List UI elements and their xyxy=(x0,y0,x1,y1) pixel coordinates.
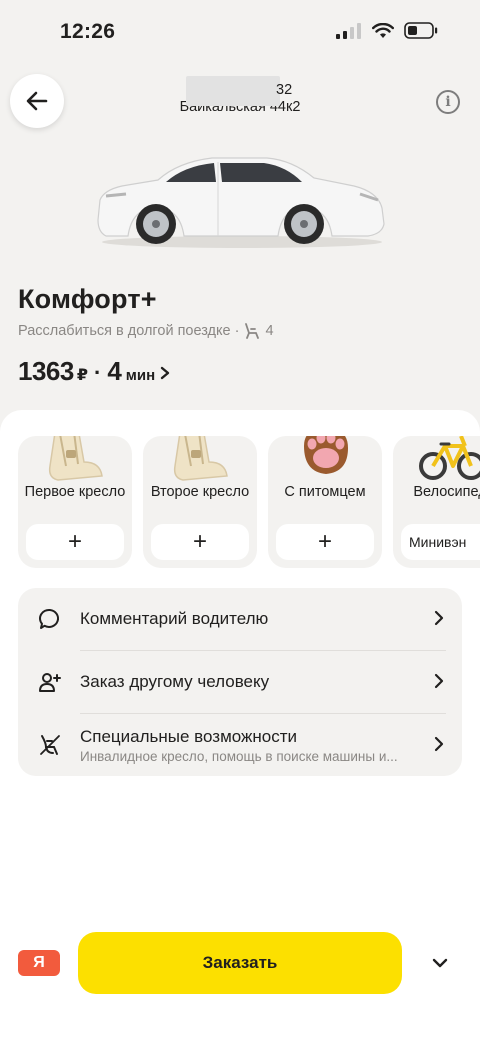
option-card-pet[interactable]: С питомцем + xyxy=(268,436,382,568)
tariff-subtitle: Расслабиться в долгой поездке · 4 xyxy=(18,323,274,339)
status-bar: 12:26 xyxy=(0,0,480,62)
status-time: 12:26 xyxy=(60,20,116,43)
menu-item-title: Комментарий водителю xyxy=(80,609,269,628)
option-label: Первое кресло xyxy=(24,484,126,500)
redacted-address xyxy=(186,76,280,106)
add-person-icon xyxy=(39,673,61,692)
option-add-button[interactable]: + xyxy=(151,524,249,560)
option-variant-select[interactable]: Минивэн xyxy=(401,524,480,560)
battery-icon xyxy=(404,22,438,39)
eta-value: 4 xyxy=(107,356,122,386)
price-value: 1363 xyxy=(18,356,74,386)
menu-item-accessibility[interactable]: Специальные возможности Инвалидное кресл… xyxy=(18,714,462,776)
accessibility-icon xyxy=(40,735,60,755)
eta-unit: мин xyxy=(125,367,156,384)
signal-icon xyxy=(336,22,361,39)
info-icon[interactable]: i xyxy=(436,90,460,114)
menu-item-subtitle: Инвалидное кресло, помощь в поиске машин… xyxy=(80,749,398,764)
chevron-right-icon xyxy=(160,366,170,380)
address-line-1-suffix: 32 xyxy=(276,82,293,98)
option-card-first-seat[interactable]: Первое кресло + xyxy=(18,436,132,568)
option-card-bicycle[interactable]: Велосипед Минивэн xyxy=(393,436,480,568)
paw-icon xyxy=(304,436,348,474)
chevron-right-icon xyxy=(434,673,444,689)
arrow-left-icon xyxy=(26,91,48,111)
seats-count: 4 xyxy=(265,323,274,339)
back-button[interactable] xyxy=(10,74,64,128)
header: 32 Байкальская 44к2 i xyxy=(0,72,480,132)
option-card-second-seat[interactable]: Второе кресло + xyxy=(143,436,257,568)
price-currency: ₽ xyxy=(76,367,88,384)
options-menu: Комментарий водителю Заказ другому челов… xyxy=(18,588,462,776)
wifi-icon xyxy=(372,22,394,38)
option-add-button[interactable]: + xyxy=(276,524,374,560)
route-address[interactable]: 32 Байкальская 44к2 xyxy=(150,76,330,116)
payment-method-badge[interactable]: Я xyxy=(18,950,60,976)
menu-item-title: Заказ другому человеку xyxy=(80,672,270,691)
tariff-title: Комфорт+ xyxy=(18,284,157,314)
status-icons xyxy=(336,22,438,39)
chevron-down-icon[interactable] xyxy=(431,956,449,970)
menu-item-order-for-other[interactable]: Заказ другому человеку xyxy=(18,651,462,713)
comment-icon xyxy=(39,608,59,629)
address-line-1: 32 xyxy=(150,76,330,106)
options-carousel[interactable]: Первое кресло + Второе кресло + С питомц… xyxy=(18,436,480,568)
child-seat-icon xyxy=(48,436,103,481)
price-row[interactable]: 1363 ₽ · 4 мин xyxy=(18,356,170,387)
option-label: С питомцем xyxy=(284,484,366,500)
menu-item-title: Специальные возможности xyxy=(80,727,298,746)
car-image xyxy=(97,157,385,248)
chevron-right-icon xyxy=(434,610,444,626)
bottom-bar: Я Заказать xyxy=(0,932,480,996)
option-label: Второе кресло xyxy=(150,484,250,500)
menu-item-driver-comment[interactable]: Комментарий водителю xyxy=(18,588,462,650)
seat-icon xyxy=(245,323,260,339)
order-button[interactable]: Заказать xyxy=(78,932,402,994)
tariff-description: Расслабиться в долгой поездке · xyxy=(18,323,240,339)
bicycle-icon xyxy=(419,436,480,480)
option-add-button[interactable]: + xyxy=(26,524,124,560)
child-seat-icon xyxy=(173,436,228,481)
option-label: Велосипед xyxy=(413,484,480,500)
chevron-right-icon xyxy=(434,736,444,752)
price-separator: · xyxy=(93,360,102,385)
